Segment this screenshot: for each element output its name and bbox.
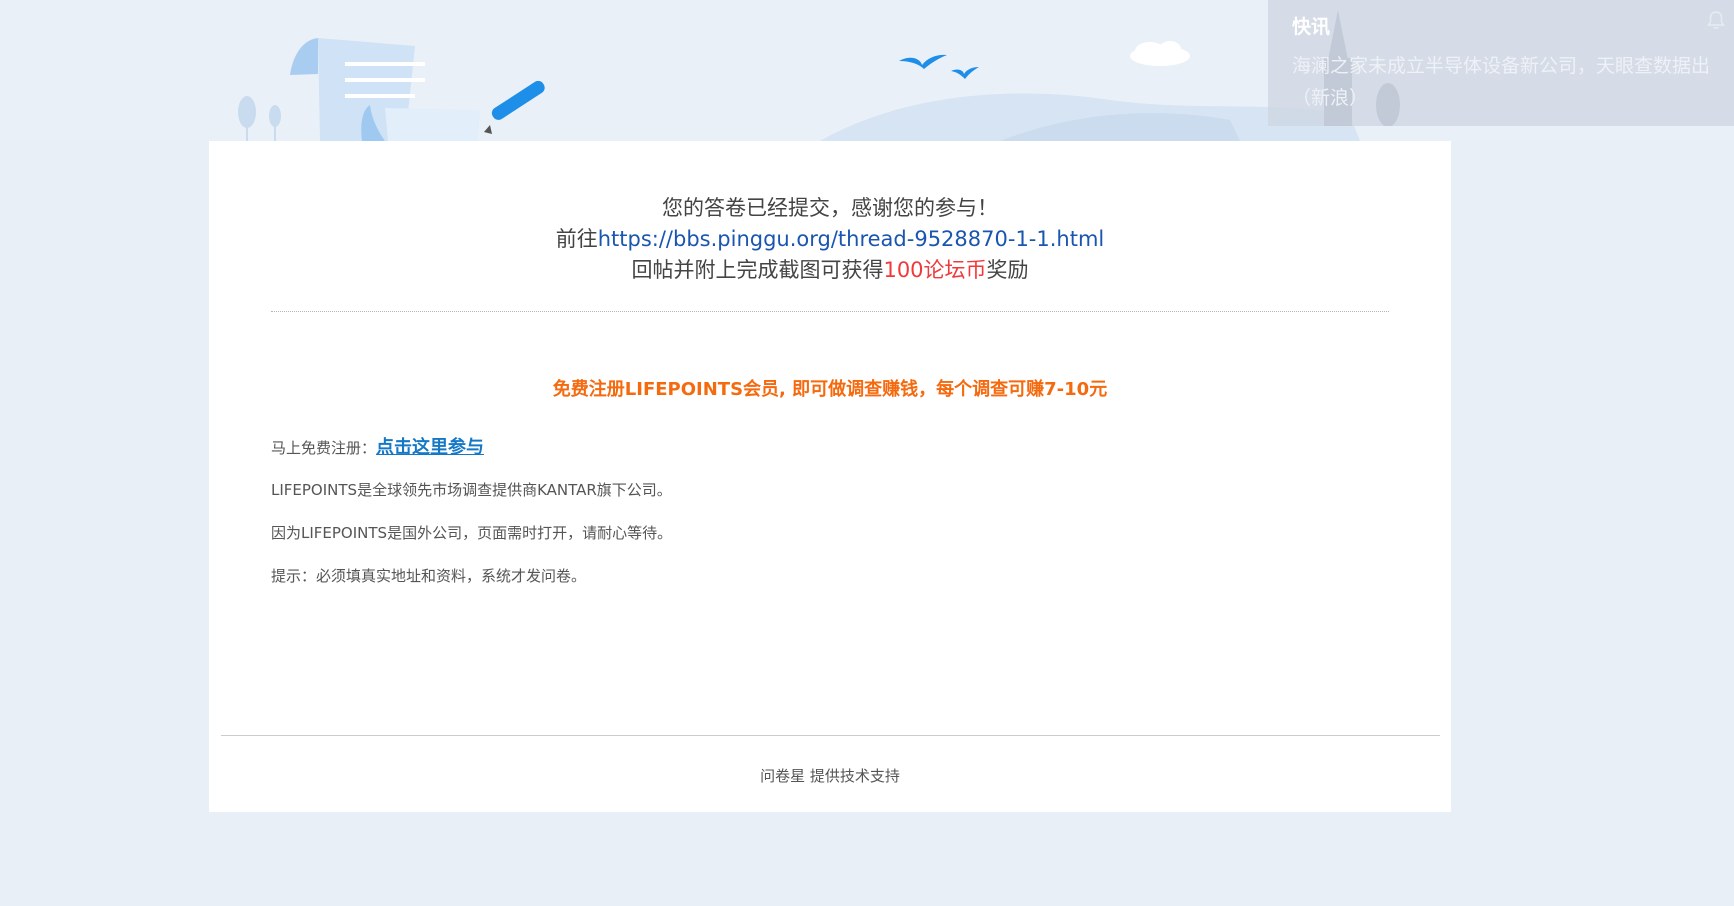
info-text-2: 因为LIFEPOINTS是国外公司，页面需时打开，请耐心等待。 (271, 524, 673, 542)
reward-amount: 100论坛币 (883, 258, 987, 282)
info-text-3: 提示：必须填真实地址和资料，系统才发问卷。 (271, 567, 587, 585)
forum-link-line: 前往https://bbs.pinggu.org/thread-9528870-… (209, 224, 1451, 255)
forum-thread-link[interactable]: https://bbs.pinggu.org/thread-9528870-1-… (598, 227, 1105, 251)
dotted-divider (271, 311, 1389, 312)
reward-prefix: 回帖并附上完成截图可获得 (631, 258, 884, 282)
register-label: 马上免费注册： (271, 439, 377, 457)
news-headline: 海澜之家未成立半导体设备新公司，天眼查数据出 (1292, 55, 1711, 77)
news-flash-popup[interactable]: 快讯 海澜之家未成立半导体设备新公司，天眼查数据出 （新浪） (1268, 0, 1734, 126)
bell-icon[interactable] (1706, 10, 1726, 34)
info-text-1: LIFEPOINTS是全球领先市场调查提供商KANTAR旗下公司。 (271, 481, 672, 499)
survey-complete-card: 您的答卷已经提交，感谢您的参与！ 前往https://bbs.pinggu.or… (209, 141, 1451, 812)
footer: 问卷星 提供技术支持 (209, 765, 1451, 786)
reward-suffix: 奖励 (986, 258, 1029, 282)
thanks-text: 您的答卷已经提交，感谢您的参与！ (662, 196, 998, 220)
register-line: 马上免费注册：点击这里参与 (271, 433, 484, 459)
register-link[interactable]: 点击这里参与 (376, 437, 484, 458)
forum-link-prefix: 前往 (555, 227, 598, 251)
footer-brand[interactable]: 问卷星 (760, 767, 805, 785)
news-text: 海澜之家未成立半导体设备新公司，天眼查数据出 （新浪） (1292, 50, 1734, 114)
footer-divider (221, 735, 1440, 736)
footer-text: 提供技术支持 (809, 767, 900, 785)
news-source: （新浪） (1292, 87, 1369, 109)
promo-headline: 免费注册LIFEPOINTS会员, 即可做调查赚钱，每个调查可赚7-10元 (552, 379, 1108, 400)
reward-line: 回帖并附上完成截图可获得100论坛币奖励 (209, 255, 1451, 286)
submission-message: 您的答卷已经提交，感谢您的参与！ 前往https://bbs.pinggu.or… (209, 193, 1451, 286)
news-title: 快讯 (1292, 16, 1331, 38)
